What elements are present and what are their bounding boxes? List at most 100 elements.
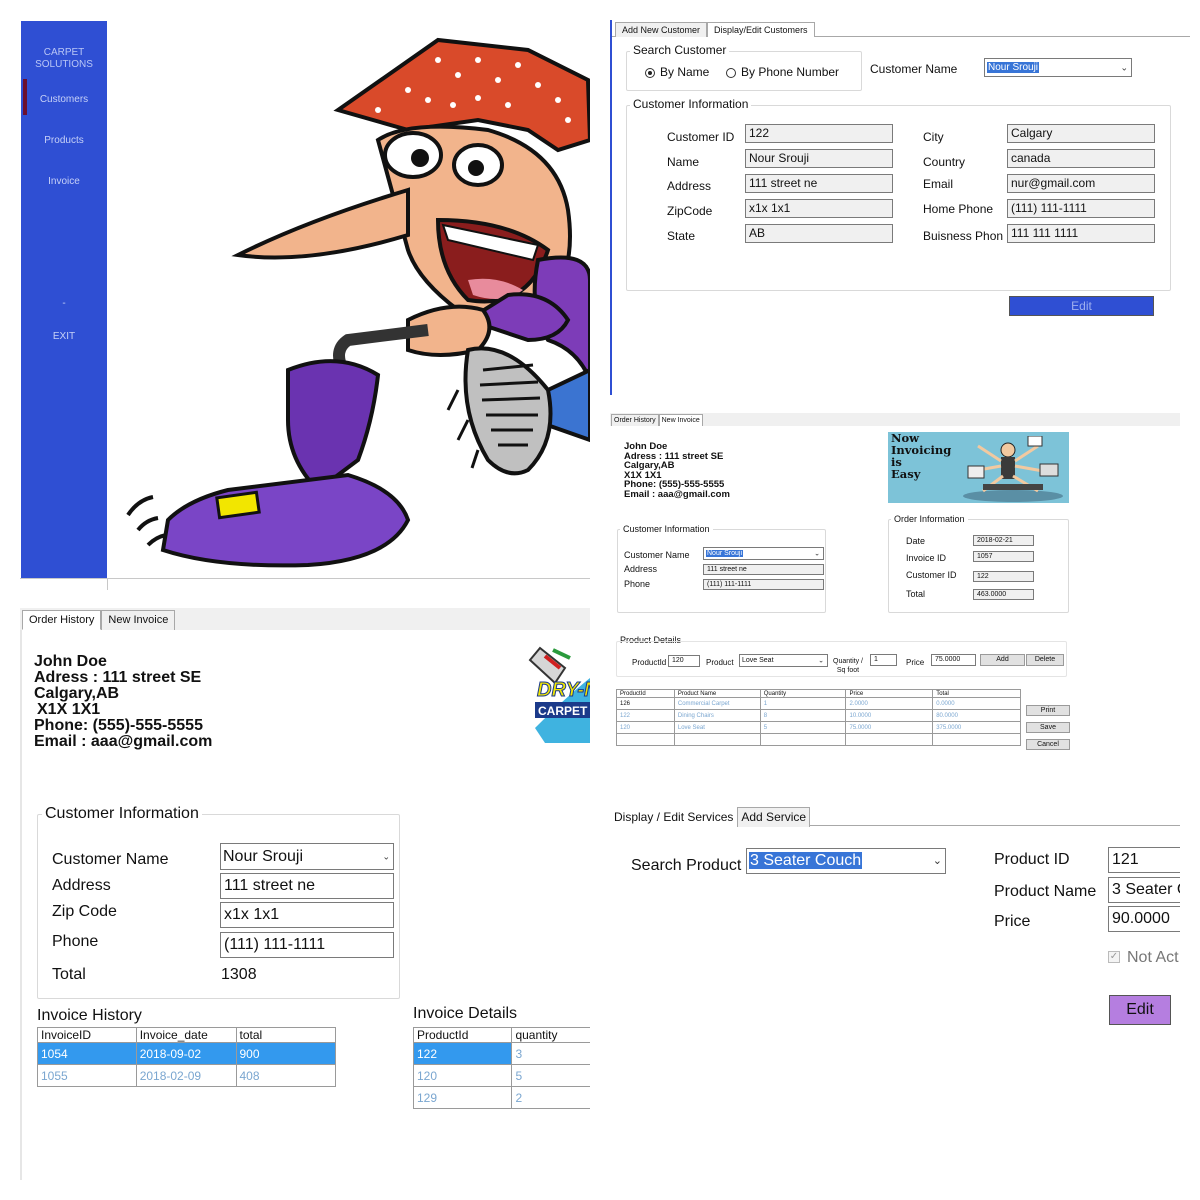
table-cell[interactable]: 5 — [759, 721, 847, 734]
column-header[interactable]: Product Name — [673, 689, 761, 698]
tab-display-edit-customers[interactable]: Display/Edit Customers — [707, 22, 815, 37]
tab-new-invoice[interactable]: New Invoice — [101, 610, 176, 630]
table-cell[interactable]: 129 — [412, 1086, 513, 1109]
table-cell[interactable]: 375.0000 — [932, 721, 1021, 734]
table-cell[interactable]: 126 — [616, 697, 675, 710]
table-cell[interactable] — [759, 733, 847, 746]
home-phone-field[interactable]: (111) 111-1111 — [1007, 199, 1155, 218]
table-cell[interactable]: 900 — [235, 1042, 336, 1065]
table-cell[interactable]: 10.0000 — [845, 709, 934, 722]
business-phone-field[interactable]: 111 111 1111 — [1007, 224, 1155, 243]
price-field[interactable]: 90.0000 — [1108, 906, 1180, 932]
tab-add-service[interactable]: Add Service — [737, 807, 811, 827]
table-row[interactable]: 1054 2018-09-02 900 — [37, 1042, 336, 1065]
table-cell[interactable] — [673, 733, 761, 746]
by-name-radio[interactable] — [645, 68, 655, 78]
customer-id-field[interactable]: 122 — [745, 124, 893, 143]
table-cell[interactable]: 5 — [511, 1064, 590, 1087]
tab-add-new-customer[interactable]: Add New Customer — [615, 22, 708, 37]
address-field[interactable]: 111 street ne — [220, 873, 394, 899]
table-row[interactable]: 120 5 — [412, 1064, 590, 1087]
table-cell[interactable]: 120 — [412, 1064, 513, 1087]
product-id-field[interactable]: 121 — [1108, 847, 1180, 873]
column-header[interactable]: InvoiceID — [37, 1027, 137, 1043]
search-product-select[interactable]: 3 Seater Couch ⌄ — [746, 848, 946, 874]
column-header[interactable]: Price — [845, 689, 934, 698]
product-name-field[interactable]: 3 Seater C — [1108, 877, 1180, 903]
column-header[interactable]: total — [235, 1027, 336, 1043]
invoice-lines-grid[interactable]: ProductId Product Name Quantity Price To… — [616, 689, 1021, 746]
edit-button[interactable]: Edit — [1109, 995, 1171, 1025]
tab-display-edit-services[interactable]: Display / Edit Services — [610, 807, 738, 827]
table-row[interactable]: 1055 2018-02-09 408 — [37, 1064, 336, 1087]
zipcode-field[interactable]: x1x 1x1 — [745, 199, 893, 218]
table-cell[interactable]: 120 — [616, 721, 675, 734]
table-cell[interactable] — [845, 733, 934, 746]
table-cell[interactable]: 0.0000 — [932, 697, 1021, 710]
table-cell[interactable]: Commercial Carpet — [673, 697, 761, 710]
table-cell[interactable]: 1055 — [37, 1064, 137, 1087]
sidebar-item-products[interactable]: Products — [21, 135, 107, 146]
phone-field[interactable]: (111) 111-1111 — [220, 932, 394, 958]
table-cell[interactable]: 122 — [616, 709, 675, 722]
address-field[interactable]: 111 street ne — [745, 174, 893, 193]
address-field[interactable]: 111 street ne — [703, 564, 824, 575]
date-field[interactable]: 2018-02-21 — [973, 535, 1034, 546]
table-cell[interactable]: 122 — [412, 1042, 513, 1065]
zip-code-field[interactable]: x1x 1x1 — [220, 902, 394, 928]
table-row[interactable]: 120 Love Seat 5 75.0000 375.0000 — [616, 721, 1021, 734]
tab-order-history[interactable]: Order History — [22, 610, 102, 630]
email-field[interactable]: nur@gmail.com — [1007, 174, 1155, 193]
customer-name-select[interactable]: Nour Srouji ⌄ — [703, 547, 824, 560]
table-cell[interactable]: 8 — [759, 709, 847, 722]
table-row[interactable]: 122 3 — [412, 1042, 590, 1065]
tab-new-invoice[interactable]: New Invoice — [658, 414, 703, 426]
table-cell[interactable]: 1 — [759, 697, 847, 710]
table-cell[interactable]: 1054 — [37, 1042, 137, 1065]
table-row[interactable]: 129 2 — [412, 1086, 590, 1109]
table-cell[interactable]: 3 — [511, 1042, 590, 1065]
table-cell[interactable]: 80.0000 — [932, 709, 1021, 722]
column-header[interactable]: quantity — [511, 1027, 590, 1043]
sidebar-item-invoice[interactable]: Invoice — [21, 176, 107, 187]
product-select[interactable]: Love Seat ⌄ — [739, 654, 828, 667]
quantity-field[interactable]: 1 — [870, 654, 897, 666]
add-button[interactable]: Add — [980, 654, 1025, 666]
table-cell[interactable] — [932, 733, 1021, 746]
invoice-history-grid[interactable]: InvoiceID Invoice_date total 1054 2018-0… — [37, 1027, 336, 1087]
table-cell[interactable]: Dining Chairs — [673, 709, 761, 722]
city-field[interactable]: Calgary — [1007, 124, 1155, 143]
table-cell[interactable]: 75.0000 — [845, 721, 934, 734]
country-field[interactable]: canada — [1007, 149, 1155, 168]
table-cell[interactable]: 2018-02-09 — [135, 1064, 237, 1087]
invoice-details-grid[interactable]: ProductId quantity 122 3 120 5 129 2 — [412, 1027, 590, 1109]
productid-field[interactable]: 120 — [668, 655, 700, 667]
table-cell[interactable]: 2018-09-02 — [135, 1042, 237, 1065]
price-field[interactable]: 75.0000 — [931, 654, 976, 666]
customer-name-select[interactable]: Nour Srouji ⌄ — [984, 58, 1132, 77]
name-field[interactable]: Nour Srouji — [745, 149, 893, 168]
column-header[interactable]: ProductId — [616, 689, 675, 698]
table-cell[interactable]: 2 — [511, 1086, 590, 1109]
customer-name-select[interactable]: Nour Srouji ⌄ — [220, 843, 394, 870]
table-cell[interactable]: 408 — [235, 1064, 336, 1087]
sidebar-item-customers[interactable]: Customers — [21, 94, 107, 105]
column-header[interactable]: Invoice_date — [135, 1027, 237, 1043]
state-field[interactable]: AB — [745, 224, 893, 243]
table-cell[interactable]: 2.0000 — [845, 697, 934, 710]
tab-order-history[interactable]: Order History — [611, 414, 659, 426]
phone-field[interactable]: (111) 111-1111 — [703, 579, 824, 590]
print-button[interactable]: Print — [1026, 705, 1070, 716]
table-cell[interactable] — [616, 733, 675, 746]
customer-id-field[interactable]: 122 — [973, 571, 1034, 582]
column-header[interactable]: Quantity — [759, 689, 847, 698]
by-phone-radio[interactable] — [726, 68, 736, 78]
total-field[interactable]: 463.0000 — [973, 589, 1034, 600]
column-header[interactable]: ProductId — [412, 1027, 513, 1043]
save-button[interactable]: Save — [1026, 722, 1070, 733]
not-active-checkbox[interactable]: ✓ — [1108, 951, 1120, 963]
edit-button[interactable]: Edit — [1009, 296, 1154, 316]
column-header[interactable]: Total — [932, 689, 1021, 698]
table-row[interactable] — [616, 733, 1021, 746]
table-row[interactable]: 122 Dining Chairs 8 10.0000 80.0000 — [616, 709, 1021, 722]
